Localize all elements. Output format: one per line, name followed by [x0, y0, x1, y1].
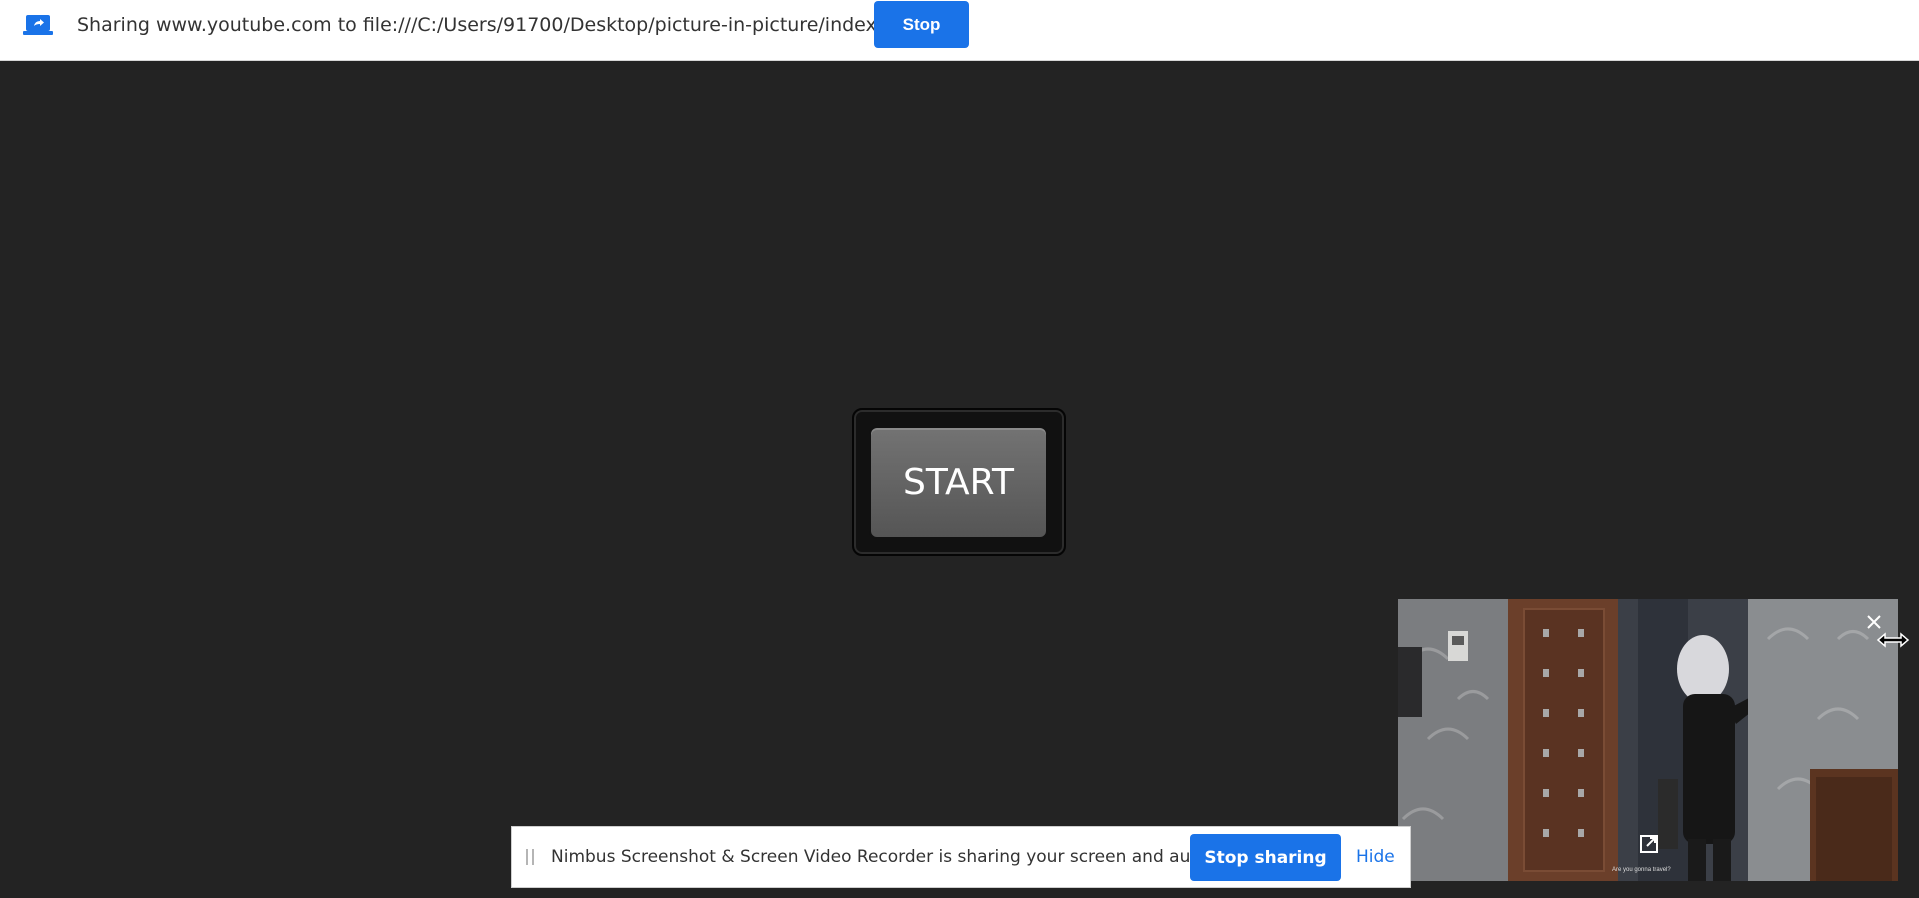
- drag-handle-icon[interactable]: [526, 849, 534, 865]
- stop-sharing-button[interactable]: Stop sharing: [1190, 834, 1341, 881]
- start-button[interactable]: START: [869, 426, 1048, 539]
- close-icon: [1867, 615, 1881, 629]
- pip-close-icon[interactable]: [1864, 612, 1884, 632]
- open-in-new-icon[interactable]: [1638, 833, 1660, 855]
- stop-button[interactable]: Stop: [874, 1, 969, 48]
- pip-subtitle: Are you gonna travel?: [1612, 867, 1671, 873]
- sharing-status-text: Sharing www.youtube.com to file:///C:/Us…: [77, 14, 927, 36]
- hide-link[interactable]: Hide: [1356, 847, 1395, 867]
- horizontal-resize-cursor-icon: [1876, 632, 1910, 648]
- notification-text: Nimbus Screenshot & Screen Video Recorde…: [551, 847, 1222, 867]
- screen-share-icon: [23, 15, 53, 35]
- sharing-bar: Sharing www.youtube.com to file:///C:/Us…: [0, 0, 1919, 61]
